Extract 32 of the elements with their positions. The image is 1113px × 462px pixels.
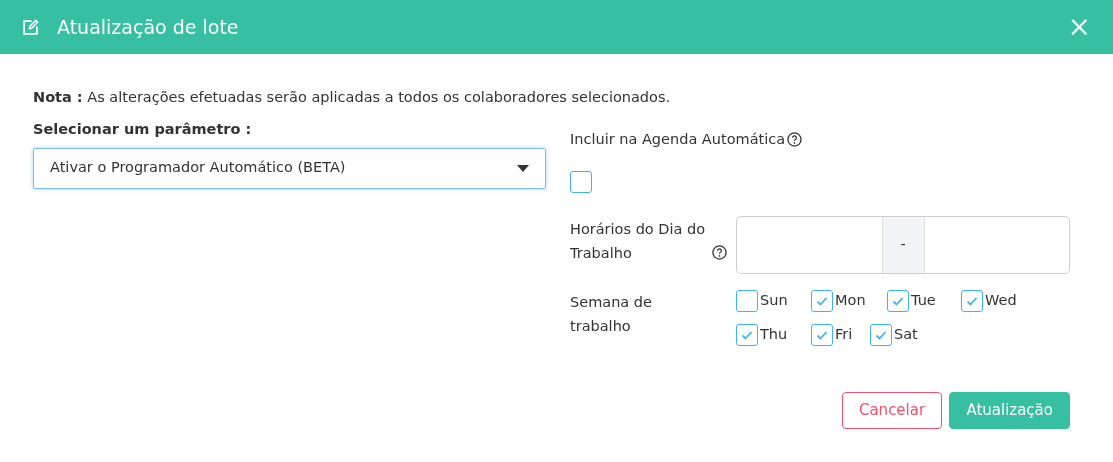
checkbox[interactable] xyxy=(870,324,892,347)
field-label: Semana de trabalho xyxy=(570,293,653,337)
checkbox[interactable] xyxy=(736,324,758,347)
day-label: Sat xyxy=(894,325,918,345)
caret-icon xyxy=(517,164,529,172)
field-label: Selecionar um parâmetro : xyxy=(33,119,253,139)
day-label: Wed xyxy=(985,291,1017,311)
field-label: Incluir na Agenda Automática xyxy=(570,129,786,149)
day-label: Mon xyxy=(835,291,866,311)
checkbox[interactable] xyxy=(811,324,833,347)
day-label: Fri xyxy=(835,325,853,345)
help-icon xyxy=(787,132,803,148)
checkbox[interactable] xyxy=(570,170,592,193)
checkbox[interactable] xyxy=(961,290,983,313)
help-icon xyxy=(712,245,727,261)
note-text: Nota : As alterações efetuadas serão aplicadas a todos os colaboradores selecionados. xyxy=(33,88,672,107)
day-label: Thu xyxy=(760,325,788,345)
parameter-select[interactable]: Ativar o Programador Automático (BETA) xyxy=(33,147,546,189)
close-button[interactable]: × xyxy=(1063,13,1095,41)
checkbox[interactable] xyxy=(887,290,909,313)
day-label: Tue xyxy=(911,291,936,311)
end-time-input[interactable] xyxy=(924,216,1070,275)
checkbox[interactable] xyxy=(811,290,833,313)
range-separator: - xyxy=(881,216,925,275)
update-button[interactable]: Atualização xyxy=(949,392,1070,429)
edit-icon xyxy=(22,18,39,36)
day-label: Sun xyxy=(760,291,788,311)
checkbox[interactable] xyxy=(736,290,758,313)
field-label: Horários do Dia do Trabalho xyxy=(570,220,707,264)
cancel-button[interactable]: Cancelar xyxy=(841,392,943,429)
start-time-input[interactable] xyxy=(736,216,882,275)
modal-title: Atualização de lote xyxy=(57,14,239,40)
